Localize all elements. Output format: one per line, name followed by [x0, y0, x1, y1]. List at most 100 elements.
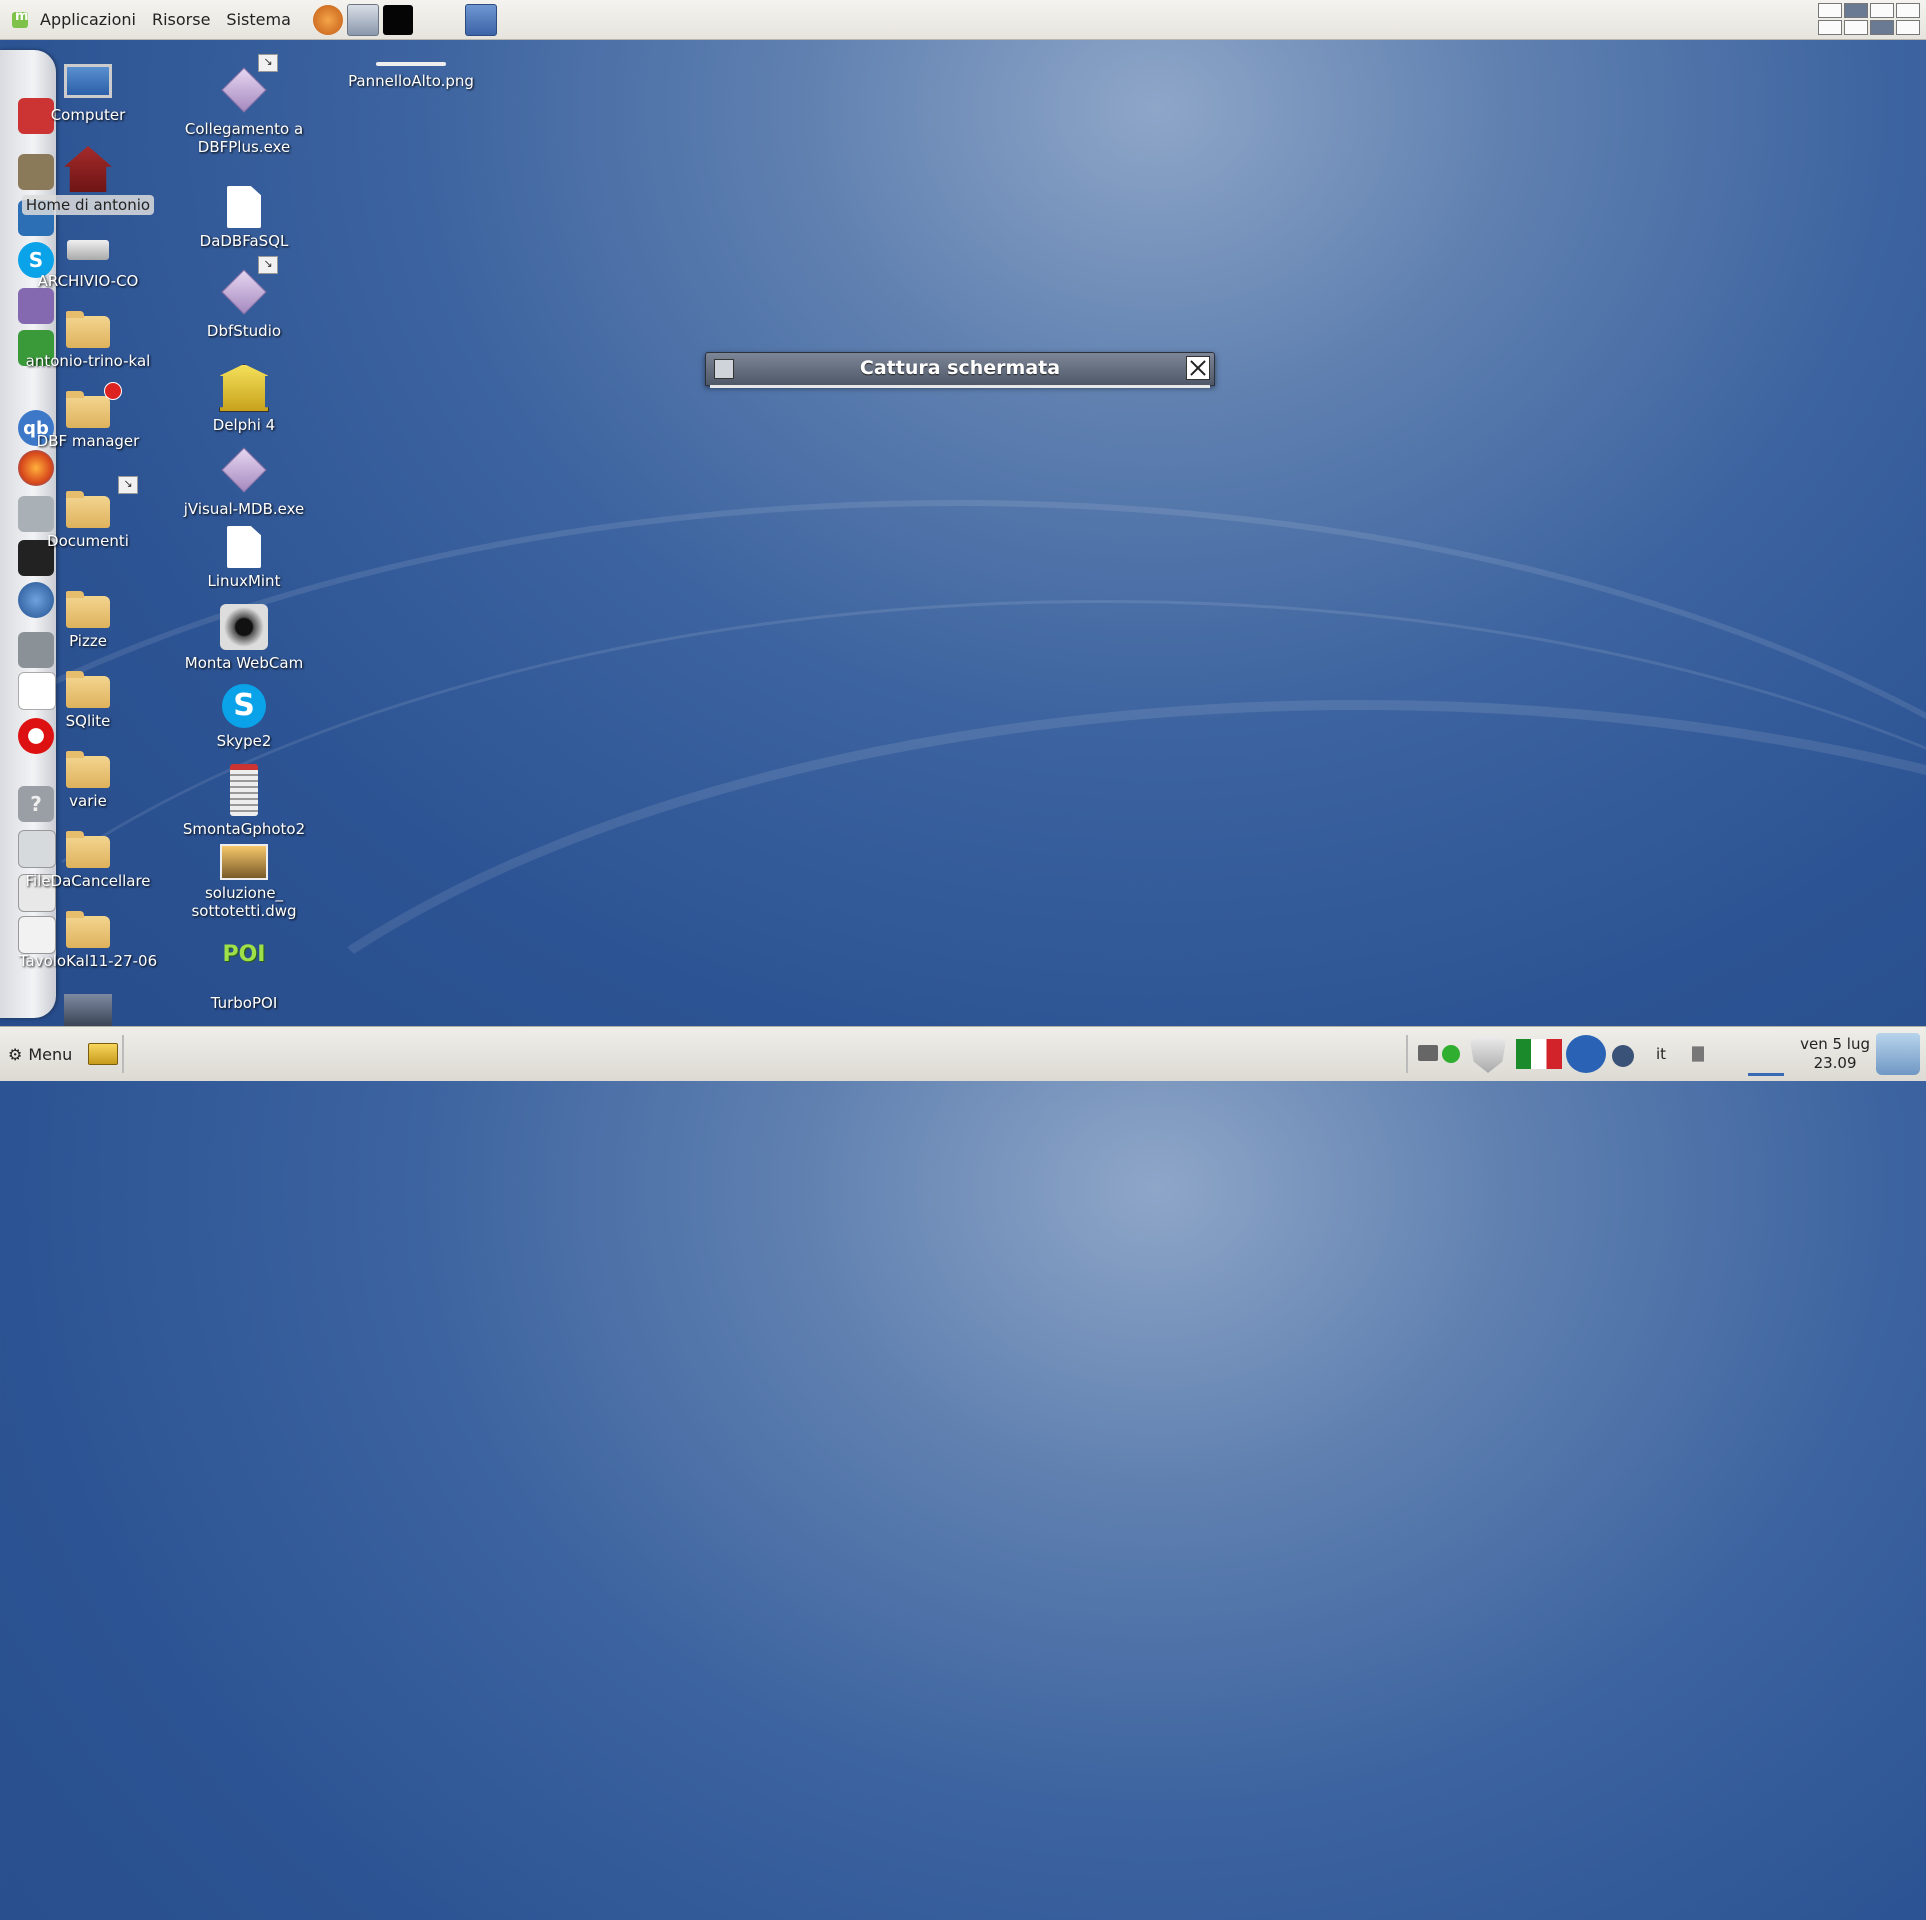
show-desktop-icon[interactable] [88, 1043, 119, 1065]
desktop-icon-label: Delphi 4 [212, 416, 276, 434]
pen-tool-icon[interactable] [1748, 1035, 1784, 1076]
desktop-icon-computer[interactable]: Computer [13, 64, 163, 124]
desktop-icon-label: SmontaGphoto2 [182, 820, 306, 838]
volume-icon[interactable] [1692, 1035, 1716, 1073]
desktop-icon-dadbfasql[interactable]: DaDBFaSQL [169, 186, 319, 250]
document-icon [227, 186, 261, 228]
menu-sistema[interactable]: Sistema [218, 0, 298, 40]
link-emblem-icon: ↘ [258, 256, 278, 274]
shield-icon[interactable] [1470, 1035, 1506, 1073]
terminal-launcher-icon[interactable] [382, 4, 413, 35]
desktop-icon-label: DaDBFaSQL [199, 232, 289, 250]
menu-label: Menu [28, 1044, 73, 1064]
network-launcher-icon[interactable] [346, 3, 379, 36]
desktop-icon-smontagphoto2[interactable]: SmontaGphoto2 [169, 764, 319, 838]
workspace-6[interactable] [1844, 20, 1868, 35]
desktop-icon-label: DBF manager [36, 432, 140, 450]
desktop-icon-skype2[interactable]: S Skype2 [169, 684, 319, 750]
desktop-icon-linuxmint[interactable]: LinuxMint [169, 526, 319, 590]
workspace-switcher[interactable] [1818, 3, 1920, 35]
keyboard-layout[interactable]: it [1656, 1045, 1666, 1065]
screenshot-dialog[interactable]: Cattura schermata [705, 352, 1215, 388]
accessibility-icon[interactable] [1566, 1035, 1606, 1073]
trash-icon[interactable] [1876, 1033, 1920, 1075]
gear-icon: ⚙ [8, 1044, 23, 1064]
desktop-icon-varie[interactable]: varie [13, 744, 163, 810]
desktop-icon-label: Skype2 [216, 732, 272, 750]
clock[interactable]: ven 5 lug 23.09 [1800, 1035, 1870, 1073]
desktop-icon-label: Pizze [69, 632, 107, 650]
image-thumbnail-icon [376, 62, 446, 66]
desktop-icon-soluzione-dwg[interactable]: soluzione_ sottotetti.dwg [169, 844, 319, 920]
workspace-4[interactable] [1896, 3, 1920, 18]
workspace-7[interactable] [1870, 20, 1894, 35]
desktop-icon-documenti[interactable]: ↘ Documenti [13, 476, 163, 550]
computer-icon [64, 64, 112, 98]
italian-flag-icon[interactable] [1516, 1039, 1562, 1069]
workspace-1[interactable] [1818, 3, 1842, 18]
desktop-icon-label: soluzione_ sottotetti.dwg [191, 884, 297, 920]
menu-button[interactable]: ⚙ Menu [8, 1043, 119, 1065]
emblem-important-icon [104, 382, 122, 400]
desktop-icon-archivio[interactable]: ARCHIVIO-CO [13, 226, 163, 290]
menu-applicazioni[interactable]: Applicazioni [32, 0, 144, 40]
desktop-icon-label: TavoloKal11-27-06 [18, 952, 158, 970]
desktop-icon-label: Collegamento a DBFPlus.exe [184, 120, 304, 156]
folder-icon [66, 382, 122, 428]
workspace-5[interactable] [1818, 20, 1842, 35]
desktop-icon-label: Home di antonio [21, 195, 155, 215]
desktop-icon-label: FileDaCancellare [25, 872, 151, 890]
image-thumbnail-icon [220, 844, 268, 880]
desktop-icon-monta-webcam[interactable]: Monta WebCam [169, 604, 319, 672]
mint-logo-icon [12, 9, 29, 28]
network-icon[interactable] [1418, 1045, 1438, 1061]
desktop-icon-label: Computer [50, 106, 126, 124]
workspace-2[interactable] [1844, 3, 1868, 18]
exe-icon [221, 269, 267, 315]
update-ok-icon[interactable] [1442, 1045, 1460, 1063]
document-icon [227, 526, 261, 568]
dialog-body-edge [710, 385, 1210, 388]
desktop-icon-label: DbfStudio [206, 322, 282, 340]
desktop-icon-delphi4[interactable]: Delphi 4 [169, 364, 319, 434]
desktop-icon-pizze[interactable]: Pizze [13, 584, 163, 650]
folder-icon [66, 311, 110, 348]
desktop-icon-label: antonio-trino-kal [25, 352, 151, 370]
desktop-icon-dbf-manager[interactable]: DBF manager [13, 382, 163, 450]
workspace-3[interactable] [1870, 3, 1894, 18]
desktop-icon-label: SQlite [65, 712, 111, 730]
desktop-icon-home[interactable]: Home di antonio [13, 146, 163, 215]
desktop-icon-dbfplus-link[interactable]: ↘ Collegamento a DBFPlus.exe [169, 54, 319, 156]
link-emblem-icon: ↘ [258, 54, 278, 72]
desktop-icon-jvisual-mdb[interactable]: jVisual-MDB.exe [169, 444, 319, 518]
webcam-icon [220, 604, 268, 650]
menu-risorse[interactable]: Risorse [144, 0, 218, 40]
desktop-icon-label: ARCHIVIO-CO [37, 272, 139, 290]
script-icon [230, 764, 258, 816]
desktop-icon-turbopoi[interactable]: POI TurboPOI [169, 942, 319, 1013]
exe-icon [221, 447, 267, 493]
folder-icon [66, 911, 110, 948]
desktop-icon-dbfstudio[interactable]: ↘ DbfStudio [169, 256, 319, 340]
desktop-icon-sqlite[interactable]: SQlite [13, 664, 163, 730]
desktop-icon-file-da-cancellare[interactable]: FileDaCancellare [13, 824, 163, 890]
delphi-temple-icon [219, 364, 269, 412]
desktop-icon-partial[interactable] [13, 994, 163, 1030]
desktop-icon-antonio-trino[interactable]: antonio-trino-kal [13, 304, 163, 370]
workspace-8[interactable] [1896, 20, 1920, 35]
skype-icon: S [222, 684, 266, 728]
firefox-icon[interactable] [18, 450, 54, 486]
desktop-icon-label: jVisual-MDB.exe [183, 500, 305, 518]
top-panel: Applicazioni Risorse Sistema [0, 0, 1926, 40]
folder-icon [66, 591, 110, 628]
nautilus-launcher-icon[interactable] [312, 4, 343, 35]
desktop-icon-pannelloalto[interactable]: PannelloAlto.png [336, 62, 486, 90]
save-launcher-icon[interactable] [464, 3, 497, 36]
close-icon[interactable] [1186, 356, 1210, 380]
turbopoi-icon: POI [222, 942, 266, 967]
desktop-icon-label: Documenti [47, 532, 129, 550]
media-play-icon[interactable] [1612, 1045, 1634, 1067]
desktop-icon-tavolokal[interactable]: TavoloKal11-27-06 [13, 904, 163, 970]
desktop-icon-label: TurboPOI [210, 994, 278, 1012]
link-emblem-icon: ↘ [118, 476, 138, 494]
